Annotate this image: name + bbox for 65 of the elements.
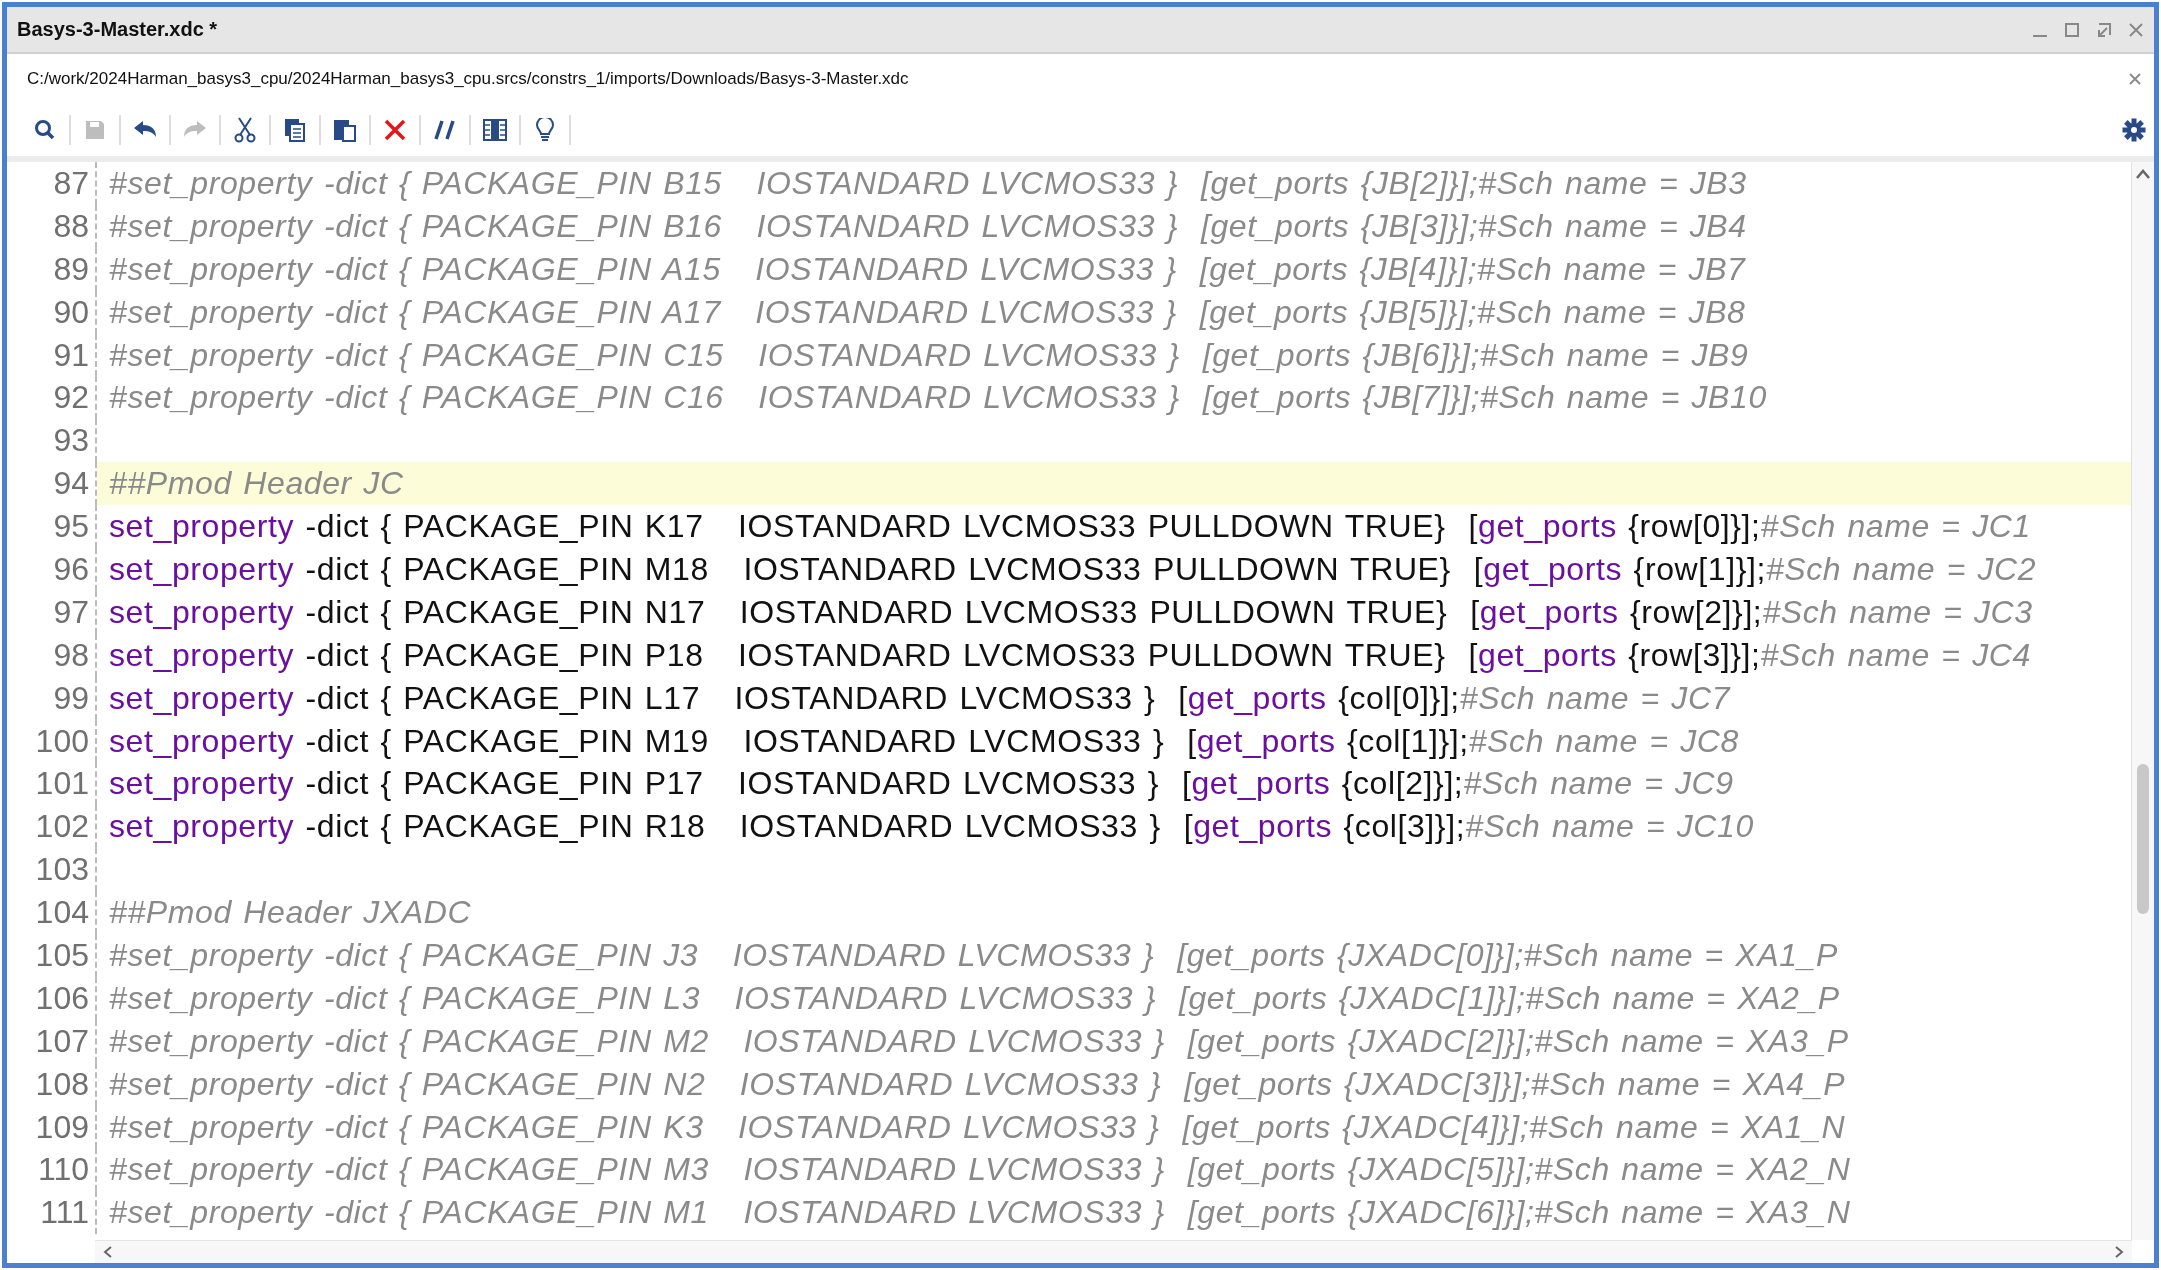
line-number: 91 [7,333,97,377]
line-number: 103 [7,848,97,892]
code-line: #set_property -dict { PACKAGE_PIN M1 IOSTANDARD LVCMOS33 } [get_ports {JXADC[6]}];#Sch name = XA3_N [108,1193,1852,1233]
code-line: #set_property -dict { PACKAGE_PIN K3 IOSTANDARD LVCMOS33 } [get_ports {JXADC[4]}];#Sch name = XA1_N [108,1107,1847,1147]
line-number: 108 [7,1062,97,1106]
code-line: #set_property -dict { PACKAGE_PIN C16 IOSTANDARD LVCMOS33 } [get_ports {JB[7]}];#Sch name = JB10 [108,378,1768,418]
line-number: 92 [7,376,97,420]
scrollbar-thumb[interactable] [2137,764,2149,914]
line-number: 88 [7,204,97,248]
code-line: #set_property -dict { PACKAGE_PIN C15 IOSTANDARD LVCMOS33 } [get_ports {JB[6]}];#Sch name = JB9 [108,335,1750,375]
paste-icon [333,118,357,142]
line-number: 99 [7,676,97,720]
file-path: C:/work/2024Harman_basys3_cpu/2024Harman_basys3_cpu.srcs/constrs_1/imports/Downloads/Basys-3-Master.xdc [27,69,910,89]
line-number: 111 [7,1191,97,1235]
code-line: set_property -dict { PACKAGE_PIN L17 IOSTANDARD LVCMOS33 } [get_ports {col[0]}];#Sch name = JC7 [108,678,1732,718]
line-number: 93 [7,419,97,463]
line-number: 95 [7,505,97,548]
copy-icon [284,118,306,142]
window-title: Basys-3-Master.xdc * [17,18,219,41]
code-line: #set_property -dict { PACKAGE_PIN M2 IOSTANDARD LVCMOS33 } [get_ports {JXADC[2]}];#Sch name = XA3_P [108,1021,1850,1061]
line-number: 97 [7,590,97,634]
line-number: 96 [7,548,97,591]
line-number: 105 [7,934,97,977]
double-slash-icon [434,119,456,141]
line-number: 109 [7,1105,97,1149]
line-number: 98 [7,633,97,677]
code-line: #set_property -dict { PACKAGE_PIN B16 IOSTANDARD LVCMOS33 } [get_ports {JB[3]}];#Sch name = JB4 [108,206,1748,246]
code-line: set_property -dict { PACKAGE_PIN N17 IOSTANDARD LVCMOS33 PULLDOWN TRUE} [get_ports {row[2]}];#Sch name = JC3 [108,592,2034,632]
code-line: set_property -dict { PACKAGE_PIN K17 IOSTANDARD LVCMOS33 PULLDOWN TRUE} [get_ports {row[0]}];#Sch name = JC1 [108,507,2032,547]
line-number: 102 [7,805,97,849]
code-line: set_property -dict { PACKAGE_PIN P17 IOSTANDARD LVCMOS33 } [get_ports {col[2]}];#Sch name = JC9 [108,764,1735,804]
line-number: 107 [7,1019,97,1063]
line-number: 90 [7,290,97,334]
code-line: #set_property -dict { PACKAGE_PIN A15 IOSTANDARD LVCMOS33 } [get_ports {JB[4]}];#Sch name = JB7 [108,249,1747,289]
close-icon[interactable] [2128,21,2144,38]
scroll-right-icon[interactable] [2114,1245,2124,1259]
code-line: #set_property -dict { PACKAGE_PIN B15 IOSTANDARD LVCMOS33 } [get_ports {JB[2]}];#Sch name = JB3 [108,163,1748,203]
search-icon [33,118,57,142]
line-number: 89 [7,247,97,291]
code-line: set_property -dict { PACKAGE_PIN M18 IOSTANDARD LVCMOS33 PULLDOWN TRUE} [get_ports {row[1]}];#Sch name = JC2 [108,549,2038,589]
column-layout-icon [483,119,507,141]
code-line: set_property -dict { PACKAGE_PIN R18 IOSTANDARD LVCMOS33 } [get_ports {col[3]}];#Sch name = JC10 [108,807,1755,847]
scissors-icon [234,117,256,143]
line-number: 104 [7,891,97,935]
code-line: #set_property -dict { PACKAGE_PIN M3 IOSTANDARD LVCMOS33 } [get_ports {JXADC[5]}];#Sch name = XA2_N [108,1150,1852,1190]
x-icon [384,119,406,141]
close-icon[interactable] [2128,72,2142,86]
line-number: 106 [7,976,97,1020]
code-line: set_property -dict { PACKAGE_PIN M19 IOSTANDARD LVCMOS33 } [get_ports {col[1]}];#Sch name = JC8 [108,721,1740,761]
code-line: #set_property -dict { PACKAGE_PIN N2 IOSTANDARD LVCMOS33 } [get_ports {JXADC[3]}];#Sch name = XA4_P [108,1064,1847,1104]
code-line: #set_property -dict { PACKAGE_PIN A17 IOSTANDARD LVCMOS33 } [get_ports {JB[5]}];#Sch name = JB8 [108,292,1747,332]
scroll-left-icon[interactable] [103,1245,113,1259]
settings-icon[interactable] [2122,118,2146,142]
code-line: #set_property -dict { PACKAGE_PIN J3 IOSTANDARD LVCMOS33 } [get_ports {JXADC[0]}];#Sch name = XA1_P [108,935,1839,975]
code-line: set_property -dict { PACKAGE_PIN P18 IOSTANDARD LVCMOS33 PULLDOWN TRUE} [get_ports {row[3]}];#Sch name = JC4 [108,635,2032,675]
line-number: 100 [7,719,97,763]
lightbulb-icon [536,118,554,142]
code-line: ##Pmod Header JXADC [108,893,473,933]
scroll-up-icon[interactable] [2135,168,2151,180]
maximize-icon[interactable] [2064,21,2080,38]
code-line: #set_property -dict { PACKAGE_PIN L3 IOSTANDARD LVCMOS33 } [get_ports {JXADC[1]}];#Sch name = XA2_P [108,978,1841,1018]
restore-icon[interactable] [2096,21,2112,38]
line-number: 87 [7,162,97,205]
line-number: 110 [7,1148,97,1192]
line-number: 101 [7,762,97,806]
